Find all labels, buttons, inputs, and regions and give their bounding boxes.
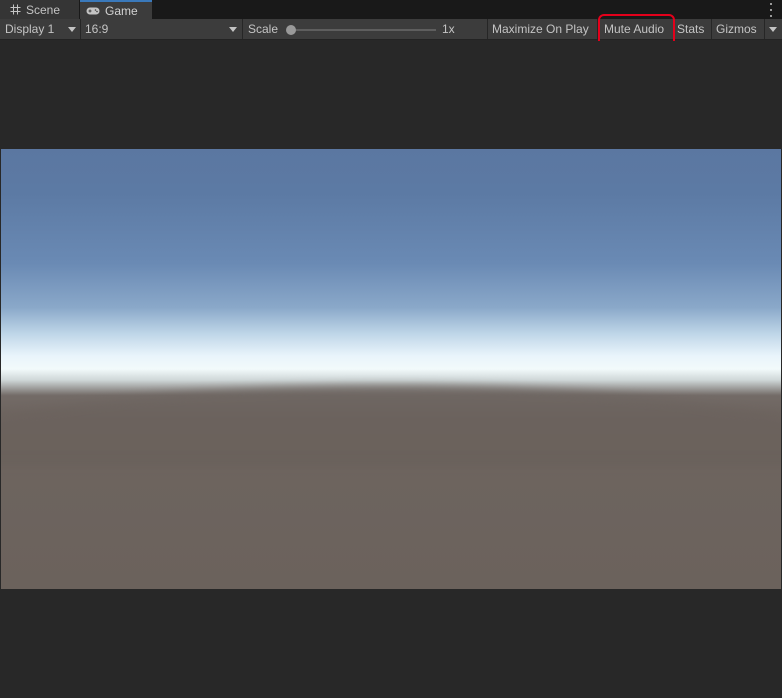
scale-label: Scale [248,22,279,36]
aspect-ratio-value: 16:9 [85,22,109,36]
mute-audio-toggle[interactable]: Mute Audio [598,19,673,39]
aspect-ratio-dropdown[interactable]: 16:9 [81,19,242,39]
stats-toggle[interactable]: Stats [674,19,711,39]
toolbar-divider [242,19,243,39]
tab-bar: Scene Game [0,0,782,19]
grid-hash-icon [9,4,21,16]
display-dropdown[interactable]: Display 1 [0,19,80,39]
skybox [1,149,781,589]
more-options-icon[interactable] [768,3,774,17]
tab-game[interactable]: Game [80,0,152,19]
chevron-down-icon [68,27,76,32]
tab-scene[interactable]: Scene [0,0,79,19]
game-toolbar: Display 1 16:9 Scale 1x Maximize On Play… [0,19,782,40]
maximize-on-play-toggle[interactable]: Maximize On Play [488,19,597,39]
scale-slider-thumb[interactable] [286,25,296,35]
game-window: Scene Game Display 1 16:9 Scale 1x Maxim… [0,0,782,698]
display-dropdown-value: Display 1 [5,22,55,36]
tab-game-label: Game [105,3,138,18]
chevron-down-icon [229,27,237,32]
gizmos-toggle[interactable]: Gizmos [712,19,764,39]
chevron-down-icon [769,27,777,32]
gamepad-icon [86,5,100,17]
scale-value: 1x [442,22,455,36]
tab-scene-label: Scene [26,2,61,17]
gizmos-dropdown[interactable] [765,19,782,39]
game-view [0,41,782,698]
game-viewport[interactable] [1,149,781,589]
scale-slider-track[interactable] [291,29,436,31]
